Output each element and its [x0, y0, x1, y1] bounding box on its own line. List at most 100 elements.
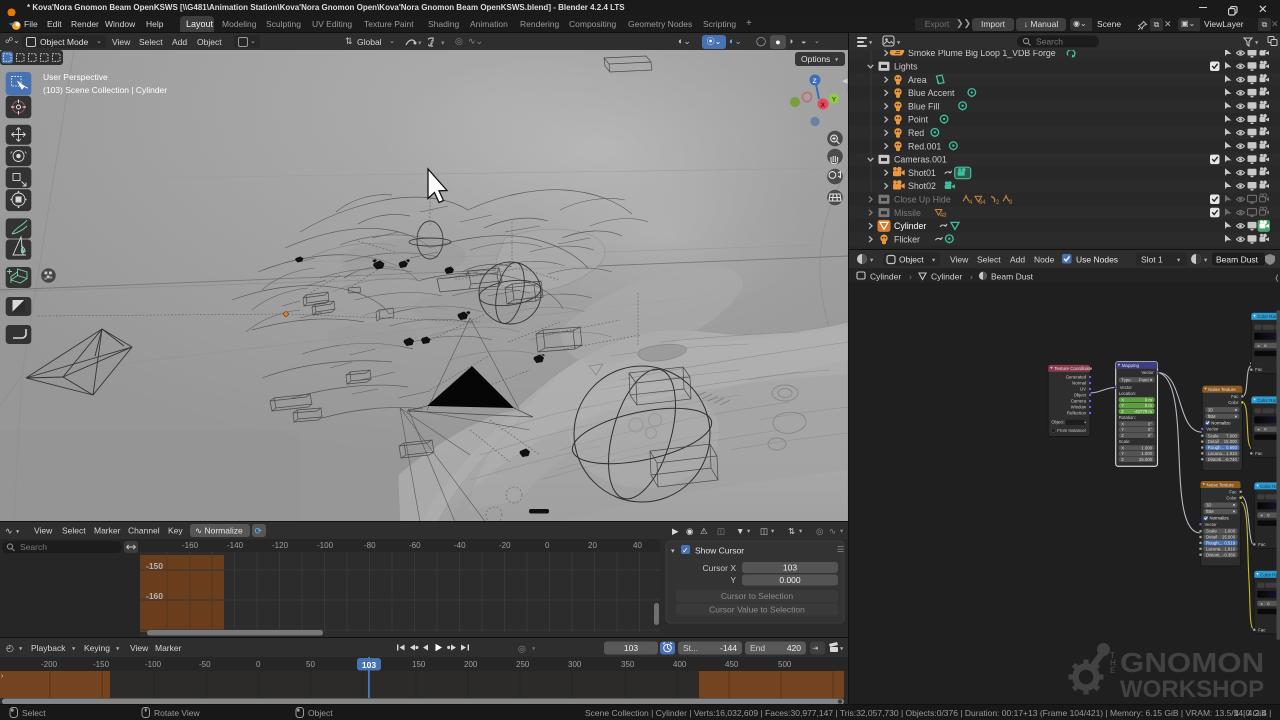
svg-text:WORKSHOP: WORKSHOP — [1120, 676, 1264, 703]
svg-text:⚠: ⚠ — [700, 526, 708, 536]
svg-text:◫: ◫ — [717, 526, 725, 536]
svg-text:Object:: Object: — [1051, 420, 1065, 425]
svg-text:Point: Point — [908, 115, 929, 125]
svg-text:▾: ▾ — [1235, 414, 1237, 419]
svg-text:Color: Color — [1226, 496, 1237, 501]
svg-text:Red: Red — [908, 128, 924, 138]
svg-text:X: X — [1121, 445, 1124, 450]
svg-text:❬: ❬ — [1274, 274, 1280, 282]
svg-text:Select: Select — [62, 526, 86, 536]
svg-text:UV: UV — [1080, 387, 1086, 392]
svg-text:Flicker: Flicker — [894, 234, 920, 244]
svg-text:25.000: 25.000 — [1139, 457, 1153, 462]
svg-text:Y: Y — [1121, 451, 1124, 456]
svg-text:-50: -50 — [199, 660, 211, 669]
svg-text:7.000: 7.000 — [1226, 433, 1237, 438]
svg-text:◉: ◉ — [686, 526, 694, 536]
svg-text:Object: Object — [899, 255, 924, 265]
svg-text:-80: -80 — [364, 541, 376, 550]
svg-text:✓: ✓ — [682, 546, 689, 555]
svg-text:Camera: Camera — [1071, 399, 1087, 404]
svg-text:0°: 0° — [1148, 421, 1152, 426]
svg-text:From Instancer: From Instancer — [1057, 428, 1086, 433]
svg-text:48: 48 — [940, 213, 947, 219]
svg-text:3D: 3D — [1208, 407, 1214, 412]
svg-text:-40: -40 — [454, 541, 466, 550]
svg-text:400: 400 — [673, 660, 687, 669]
svg-text:(103) Scene Collection | Cylin: (103) Scene Collection | Cylinder — [43, 85, 167, 95]
svg-text:▾: ▾ — [441, 40, 445, 47]
svg-text:103: 103 — [783, 563, 797, 573]
svg-text:▶: ▶ — [672, 526, 679, 536]
svg-text:0.000: 0.000 — [779, 575, 801, 585]
svg-text:Channel: Channel — [128, 526, 160, 536]
svg-text:›: › — [909, 272, 912, 282]
svg-text:50: 50 — [306, 660, 315, 669]
svg-text:Window: Window — [1071, 405, 1087, 410]
svg-text:◎: ◎ — [816, 526, 824, 536]
svg-text:Lacuna...: Lacuna... — [1208, 451, 1226, 456]
svg-text:Point ▾: Point ▾ — [1139, 377, 1152, 382]
svg-text:-120: -120 — [272, 541, 289, 550]
svg-text:Select: Select — [977, 255, 1001, 265]
svg-text:View: View — [950, 255, 969, 265]
svg-text:25.000: 25.000 — [1222, 535, 1236, 540]
svg-text:Marker: Marker — [155, 643, 182, 653]
svg-text:20: 20 — [588, 541, 597, 550]
svg-text:Vector: Vector — [1141, 370, 1154, 375]
svg-text:Detail: Detail — [1208, 439, 1219, 444]
svg-text:◂: ◂ — [1257, 427, 1259, 432]
svg-text:Add: Add — [1010, 255, 1025, 265]
svg-text:-60: -60 — [409, 541, 421, 550]
svg-text:Distorti...: Distorti... — [1208, 457, 1225, 462]
svg-text:▾: ▾ — [1233, 509, 1235, 514]
svg-text:⇥: ⇥ — [812, 644, 819, 653]
svg-text:Rotation:: Rotation: — [1119, 415, 1136, 420]
svg-text:Y: Y — [832, 96, 837, 103]
svg-text:X: X — [821, 102, 826, 109]
svg-text:X: X — [1121, 421, 1124, 426]
svg-text:Shot01: Shot01 — [908, 168, 936, 178]
svg-text:Location:: Location: — [1119, 391, 1136, 396]
svg-text:Rotate View: Rotate View — [154, 708, 201, 718]
svg-text:Normalize: Normalize — [1210, 516, 1230, 521]
svg-text:Show Cursor: Show Cursor — [695, 546, 744, 556]
svg-text:-100: -100 — [145, 660, 162, 669]
svg-text:-20: -20 — [499, 541, 511, 550]
svg-text:3D: 3D — [1206, 503, 1212, 508]
svg-text:15.000: 15.000 — [1224, 439, 1238, 444]
svg-text:Scene Collection | Cylinder |: Scene Collection | Cylinder | Verts:16,0… — [585, 708, 1271, 718]
svg-text:⟳: ⟳ — [255, 526, 263, 536]
svg-text:-140: -140 — [227, 541, 244, 550]
svg-text:◎: ◎ — [518, 644, 526, 654]
svg-text:300: 300 — [568, 660, 582, 669]
svg-text:Node: Node — [1034, 255, 1055, 265]
svg-text:Texture Coordinate: Texture Coordinate — [1054, 366, 1093, 371]
svg-text:250: 250 — [516, 660, 530, 669]
svg-text:Key: Key — [168, 526, 183, 536]
svg-text:| 4.2.4: | 4.2.4 — [1243, 708, 1267, 718]
svg-text:Object: Object — [1074, 393, 1087, 398]
svg-text:Noise Texture: Noise Texture — [1207, 483, 1235, 488]
svg-text:GNOMON: GNOMON — [1120, 648, 1264, 679]
svg-text:Cursor X: Cursor X — [702, 563, 736, 573]
svg-text:Beam Dust: Beam Dust — [1216, 255, 1259, 265]
svg-text:X: X — [1121, 397, 1124, 402]
svg-text:☰: ☰ — [837, 545, 844, 554]
svg-text:◫: ◫ — [760, 526, 768, 536]
svg-text:Slot 1: Slot 1 — [1141, 255, 1163, 265]
svg-text:fBM: fBM — [1208, 414, 1216, 419]
svg-text:View: View — [34, 526, 53, 536]
svg-text:Vector: Vector — [1120, 385, 1133, 390]
svg-text:Playback: Playback — [31, 643, 66, 653]
svg-text:0 m: 0 m — [1145, 397, 1153, 402]
svg-text:View: View — [130, 643, 149, 653]
svg-text:Search: Search — [1036, 37, 1063, 47]
svg-text:Lights: Lights — [894, 62, 918, 72]
svg-text:Cursor to Selection: Cursor to Selection — [721, 591, 794, 601]
svg-text:▾: ▾ — [1233, 503, 1235, 508]
svg-text:350: 350 — [621, 660, 635, 669]
svg-text:0: 0 — [256, 660, 261, 669]
svg-text:Rough...: Rough... — [1208, 445, 1224, 450]
svg-text:Use Nodes: Use Nodes — [1076, 255, 1118, 265]
